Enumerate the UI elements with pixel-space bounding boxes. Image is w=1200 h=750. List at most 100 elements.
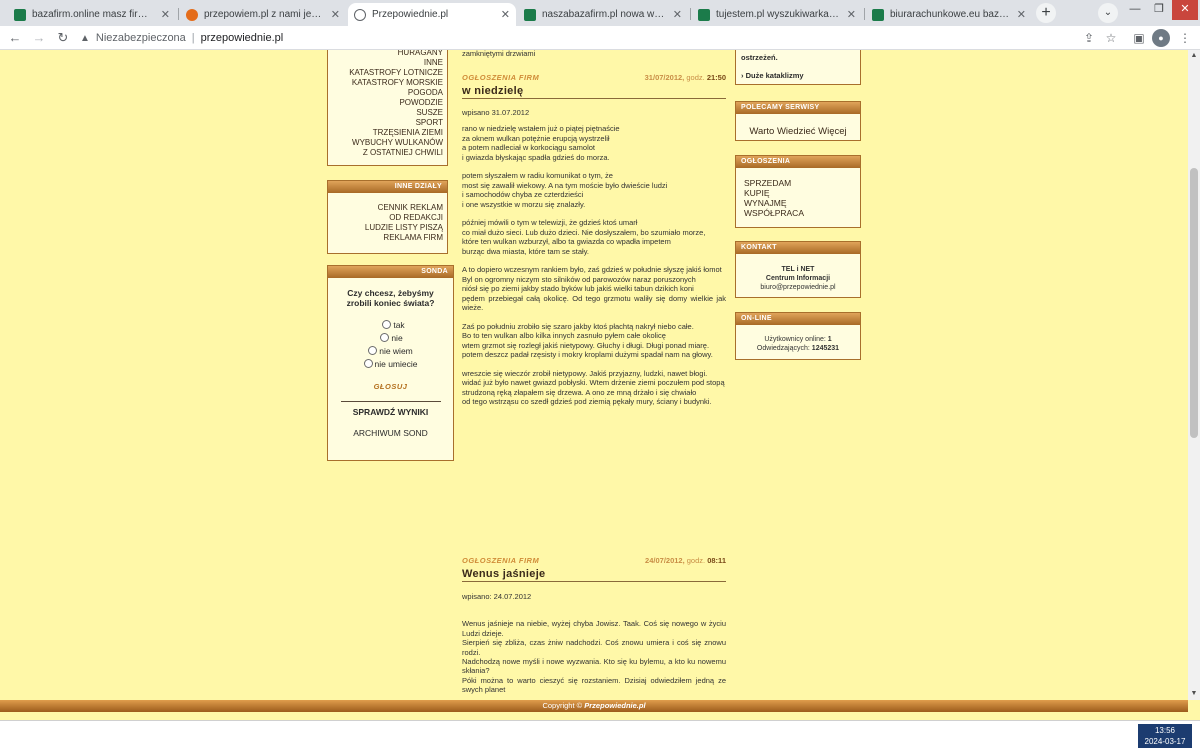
close-tab-icon[interactable]: ✕ (1017, 8, 1026, 21)
tab-przepowiednie[interactable]: Przepowiednie.pl ✕ (348, 3, 516, 26)
other-section-link[interactable]: LUDZIE LISTY PISZĄ (332, 223, 443, 233)
radio-button[interactable] (368, 346, 378, 355)
poll-options: tak nie nie wiem nie umiecie (328, 318, 453, 370)
recommended-header: POLECAMY SERWISY (736, 102, 860, 114)
url-text[interactable]: przepowiednie.pl (201, 32, 284, 44)
ads-link[interactable]: KUPIĘ (744, 188, 860, 198)
radio-button[interactable] (363, 359, 373, 368)
big-disasters-link[interactable]: › Duże kataklizmy (736, 62, 860, 80)
article-category[interactable]: OGŁOSZENIA FIRM (462, 556, 539, 565)
category-link[interactable]: POWODZIE (332, 98, 443, 108)
poll-box: SONDA Czy chcesz, żebyśmy zrobili koniec… (327, 265, 454, 461)
close-tab-icon[interactable]: ✕ (673, 8, 682, 21)
recommended-box: POLECAMY SERWISY Warto Wiedzieć Więcej (735, 101, 861, 141)
profile-avatar-icon[interactable]: ● (1152, 29, 1170, 47)
categories-box: HURAGANY INNE KATASTROFY LOTNICZE KATAST… (327, 50, 448, 166)
page-scrollbar[interactable]: ▲ ▼ (1188, 50, 1200, 700)
article: OGŁOSZENIA FIRM 31/07/2012, godz. 21:50 … (462, 72, 726, 416)
radio-button[interactable] (382, 320, 392, 329)
article-title[interactable]: w niedzielę (462, 84, 726, 99)
category-link[interactable]: KATASTROFY LOTNICZE (332, 68, 443, 78)
close-tab-icon[interactable]: ✕ (161, 8, 170, 21)
radio-button[interactable] (380, 333, 390, 342)
security-label[interactable]: Niezabezpieczona (96, 32, 186, 44)
poll-option[interactable]: nie wiem (328, 344, 453, 357)
article-category[interactable]: OGŁOSZENIA FIRM (462, 73, 539, 82)
forward-arrow-icon[interactable]: → (30, 29, 48, 47)
tab-przepowiem[interactable]: przepowiem.pl z nami jesteś znan ✕ (180, 3, 346, 26)
category-link[interactable]: SPORT (332, 118, 443, 128)
close-tab-icon[interactable]: ✕ (847, 8, 856, 21)
address-bar: ← → ↻ ▲ Niezabezpieczona | przepowiednie… (0, 26, 1200, 50)
window-close-icon[interactable]: ✕ (1172, 0, 1198, 20)
other-sections-list: CENNIK REKLAM OD REDAKCJI LUDZIE LISTY P… (328, 193, 447, 243)
warnings-box: ostrzeżeń. › Duże kataklizmy (735, 50, 861, 85)
ads-link[interactable]: SPRZEDAM (744, 178, 860, 188)
tab-title: tujestem.pl wyszukiwarka naj (716, 9, 841, 20)
poll-option-label: nie (391, 332, 403, 343)
warning-triangle-icon[interactable]: ▲ (80, 33, 90, 44)
maximize-icon[interactable]: ❐ (1148, 0, 1170, 20)
system-clock[interactable]: 13:56 2024-03-17 (1138, 724, 1192, 748)
warnings-text: ostrzeżeń. (741, 53, 778, 62)
category-link[interactable]: POGODA (332, 88, 443, 98)
browser-menu-icon[interactable]: ⋮ (1176, 29, 1194, 47)
poll-option[interactable]: tak (328, 318, 453, 331)
online-header: ON-LINE (736, 313, 860, 325)
footer-spacer (0, 712, 1188, 720)
url-field[interactable]: ▲ Niezabezpieczona | przepowiednie.pl (80, 28, 1090, 48)
recommended-link[interactable]: Warto Wiedzieć Więcej (736, 126, 860, 137)
category-link[interactable]: HURAGANY (332, 50, 443, 58)
new-tab-button[interactable]: + (1036, 3, 1056, 23)
contact-line: Centrum Informacji (765, 275, 831, 282)
other-section-link[interactable]: REKLAMA FIRM (332, 233, 443, 243)
back-arrow-icon[interactable]: ← (6, 29, 24, 47)
tab-naszabazafirm[interactable]: naszabazafirm.pl nowa wyszukiwa ✕ (518, 3, 688, 26)
poll-option[interactable]: nie umiecie (328, 357, 453, 370)
contact-email[interactable]: biuro@przepowiednie.pl (736, 283, 860, 292)
other-section-link[interactable]: CENNIK REKLAM (332, 203, 443, 213)
vote-button[interactable]: GŁOSUJ (328, 382, 453, 391)
close-tab-icon[interactable]: ✕ (331, 8, 340, 21)
scroll-up-icon[interactable]: ▲ (1188, 50, 1200, 62)
check-results-link[interactable]: SPRAWDŹ WYNIKI (328, 407, 453, 417)
tab-title: Przepowiednie.pl (372, 9, 449, 20)
tab-title: przepowiem.pl z nami jesteś znan (204, 9, 325, 20)
close-tab-icon[interactable]: ✕ (501, 8, 510, 21)
ads-link[interactable]: WYNAJMĘ (744, 198, 860, 208)
page-footer: Copyright © Przepowiednie.pl (0, 700, 1188, 712)
tab-search-chevron-icon[interactable]: ⌄ (1098, 3, 1118, 23)
side-panel-icon[interactable]: ▣ (1130, 29, 1148, 47)
article-title[interactable]: Wenus jaśnieje (462, 567, 726, 582)
bookmark-star-icon[interactable]: ☆ (1102, 29, 1120, 47)
article-paragraph: Wenus jaśnieje na niebie, wyżej chyba Jo… (462, 619, 726, 695)
share-icon[interactable]: ⇪ (1080, 29, 1098, 47)
category-link[interactable]: Z OSTATNIEJ CHWILI (332, 148, 443, 158)
poll-header: SONDA (328, 266, 453, 278)
article-meta: OGŁOSZENIA FIRM 24/07/2012, godz. 08:11 (462, 555, 726, 565)
other-section-link[interactable]: OD REDAKCJI (332, 213, 443, 223)
scroll-down-icon[interactable]: ▼ (1188, 688, 1200, 700)
article-paragraph: A to dopiero wczesnym rankiem było, zaś … (462, 265, 726, 313)
tab-biurarachunkowe[interactable]: biurarachunkowe.eu baza firm ks ✕ (866, 3, 1032, 26)
minimize-icon[interactable]: — (1124, 0, 1146, 20)
online-users: Użytkownicy online: 1 (764, 336, 832, 343)
article-written-date: wpisano 31.07.2012 (462, 108, 530, 117)
reload-icon[interactable]: ↻ (54, 29, 72, 47)
tab-bazafirm[interactable]: bazafirm.online masz firmę kup a ✕ (8, 3, 176, 26)
ads-header: OGŁOSZENIA (736, 156, 860, 168)
scrollbar-thumb[interactable] (1190, 168, 1198, 438)
page-viewport: HURAGANY INNE KATASTROFY LOTNICZE KATAST… (0, 50, 1188, 700)
category-link[interactable]: SUSZE (332, 108, 443, 118)
category-link[interactable]: WYBUCHY WULKANÓW (332, 138, 443, 148)
article-meta: OGŁOSZENIA FIRM 31/07/2012, godz. 21:50 (462, 72, 726, 82)
poll-archive-link[interactable]: ARCHIWUM SOND (328, 428, 453, 438)
category-link[interactable]: TRZĘSIENIA ZIEMI (332, 128, 443, 138)
category-link[interactable]: INNE (332, 58, 443, 68)
tab-tujestem[interactable]: tujestem.pl wyszukiwarka naj ✕ (692, 3, 862, 26)
poll-option-label: tak (393, 319, 405, 330)
ads-link[interactable]: WSPÓŁPRACA (744, 208, 860, 218)
poll-option[interactable]: nie (328, 331, 453, 344)
site-favicon-icon (524, 8, 536, 21)
category-link[interactable]: KATASTROFY MORSKIE (332, 78, 443, 88)
